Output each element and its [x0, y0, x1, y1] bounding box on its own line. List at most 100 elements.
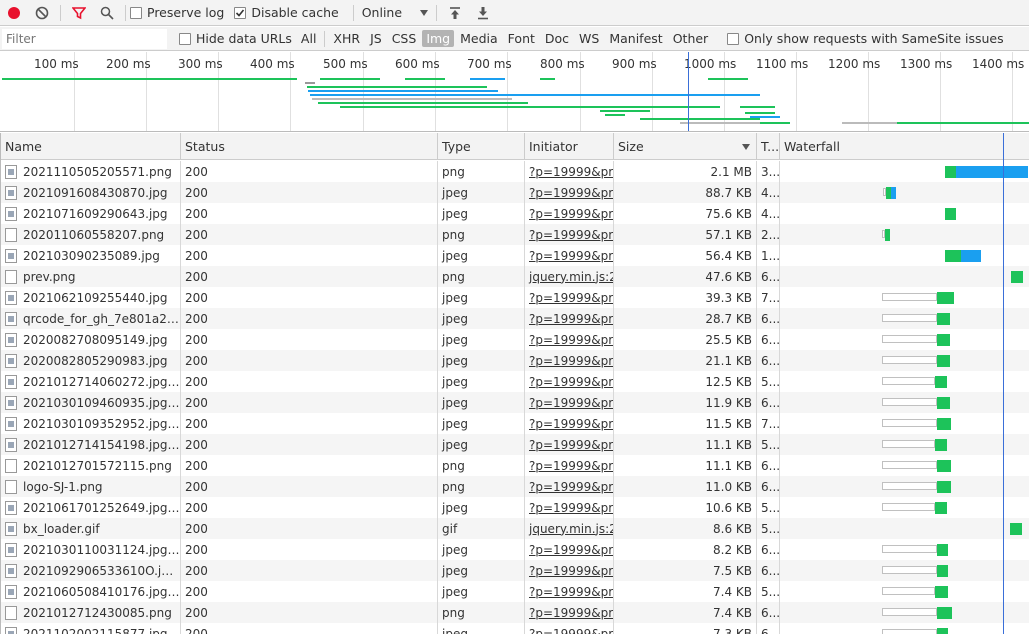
cell-initiator[interactable]: ?p=19999&pr... [525, 182, 614, 203]
cell-initiator[interactable]: ?p=19999&pr... [525, 287, 614, 308]
column-header-time[interactable]: T... [757, 133, 780, 160]
filter-type-all[interactable]: All [297, 30, 321, 47]
cell-initiator[interactable]: jquery.min.js:2 [525, 518, 614, 539]
table-row[interactable]: 202103090235089.jpg 200jpeg?p=19999&pr...… [1, 245, 1029, 266]
column-header-initiator[interactable]: Initiator [525, 133, 614, 160]
table-row[interactable]: qrcode_for_gh_7e801a2b5d...200jpeg?p=199… [1, 308, 1029, 329]
cell-status: 200 [181, 224, 438, 245]
overview-timeline[interactable]: 100 ms 200 ms 300 ms 400 ms 500 ms 600 ms 700 … [0, 52, 1029, 132]
cell-initiator[interactable]: ?p=19999&pr... [525, 245, 614, 266]
cell-name: qrcode_for_gh_7e801a2b5d... [1, 308, 181, 329]
cell-initiator[interactable]: ?p=19999&pr... [525, 560, 614, 581]
filter-input[interactable] [2, 28, 167, 49]
cell-status: 200 [181, 497, 438, 518]
cell-initiator[interactable]: ?p=19999&pr... [525, 329, 614, 350]
waterfall-download-bar [891, 187, 896, 199]
table-row[interactable]: 2021110505205571.png 200png?p=19999&pr...… [1, 161, 1029, 182]
table-row[interactable]: bx_loader.gif 200 gif jquery.min.js:2 8.6 KB… [1, 518, 1029, 539]
filter-type-ws[interactable]: WS [575, 30, 603, 47]
hide-data-urls-checkbox[interactable]: Hide data URLs [179, 31, 292, 46]
column-header-status[interactable]: Status [181, 133, 438, 160]
checkbox-box [130, 6, 142, 19]
table-row[interactable]: 2021012712430085.png 200png?p=19999&pr...… [1, 602, 1029, 623]
samesite-label: Only show requests with SameSite issues [744, 31, 1004, 46]
cell-initiator[interactable]: ?p=19999&pr... [525, 455, 614, 476]
table-row[interactable]: 202011060558207.png 200png?p=19999&pr...5… [1, 224, 1029, 245]
cell-status: 200 [181, 203, 438, 224]
table-row[interactable]: 2021060508410176.jpg?x-o...200jpeg?p=199… [1, 581, 1029, 602]
cell-initiator[interactable]: ?p=19999&pr... [525, 434, 614, 455]
table-row[interactable]: 2021012701572115.png 200png?p=19999&pr...… [1, 455, 1029, 476]
preserve-log-checkbox[interactable]: Preserve log [130, 5, 224, 20]
filter-type-css[interactable]: CSS [388, 30, 421, 47]
cell-initiator[interactable]: ?p=19999&pr... [525, 581, 614, 602]
table-row[interactable]: logo-SJ-1.png 200png?p=19999&pr...11.0 KB… [1, 476, 1029, 497]
table-row[interactable]: 2021062109255440.jpg 200jpeg?p=19999&pr..… [1, 287, 1029, 308]
cell-time: 1... [757, 245, 780, 266]
checkbox-box [727, 32, 740, 45]
samesite-checkbox[interactable]: Only show requests with SameSite issues [727, 31, 1004, 46]
cell-initiator[interactable]: ?p=19999&pr... [525, 392, 614, 413]
disable-cache-label: Disable cache [251, 5, 339, 20]
cell-initiator[interactable]: ?p=19999&pr... [525, 539, 614, 560]
disable-cache-checkbox[interactable]: Disable cache [234, 5, 339, 20]
cell-initiator[interactable]: ?p=19999&pr... [525, 203, 614, 224]
filter-type-js[interactable]: JS [366, 30, 386, 47]
cell-initiator[interactable]: ?p=19999&pr... [525, 224, 614, 245]
table-row[interactable]: prev.png 200 png jquery.min.js:2 47.6 KB 6... [1, 266, 1029, 287]
waterfall-queue-bar [882, 440, 935, 448]
clear-button[interactable] [28, 0, 56, 26]
table-row[interactable]: 2021012714060272.jpg?x-o...200jpeg?p=199… [1, 371, 1029, 392]
overview-tick-label: 300 ms [178, 57, 223, 71]
throttling-select[interactable]: Online [358, 5, 432, 20]
import-har-button[interactable] [441, 0, 469, 26]
filter-type-manifest[interactable]: Manifest [605, 30, 666, 47]
filter-type-xhr[interactable]: XHR [329, 30, 364, 47]
filter-type-doc[interactable]: Doc [541, 30, 573, 47]
filter-type-media[interactable]: Media [456, 30, 502, 47]
table-row[interactable]: 2021092906533610O.jpg?x-...200jpeg?p=199… [1, 560, 1029, 581]
cell-initiator[interactable]: ?p=19999&pr... [525, 413, 614, 434]
cell-name: 2021102002115877.jpg?x-o... [1, 623, 181, 634]
cell-initiator[interactable]: ?p=19999&pr... [525, 497, 614, 518]
table-row[interactable]: 2020082708095149.jpg 200jpeg?p=19999&pr..… [1, 329, 1029, 350]
filter-type-other[interactable]: Other [669, 30, 713, 47]
table-row[interactable]: 2021030109352952.jpg?x-o...200jpeg?p=199… [1, 413, 1029, 434]
overview-tick-label: 200 ms [106, 57, 151, 71]
cell-type: jpeg [438, 413, 525, 434]
cell-initiator[interactable]: ?p=19999&pr... [525, 371, 614, 392]
cell-initiator[interactable]: jquery.min.js:2 [525, 266, 614, 287]
record-button[interactable] [0, 0, 28, 26]
search-button[interactable] [93, 0, 121, 26]
waterfall-queue-bar [882, 356, 937, 364]
overview-tick-label: 1200 ms [828, 57, 881, 71]
cell-initiator[interactable]: ?p=19999&pr... [525, 623, 614, 634]
table-row[interactable]: 2021030110031124.jpg?x-o...200jpeg?p=199… [1, 539, 1029, 560]
table-row[interactable]: 2021102002115877.jpg?x-o...200jpeg?p=199… [1, 623, 1029, 634]
column-header-waterfall[interactable]: Waterfall [780, 133, 1029, 160]
export-har-button[interactable] [469, 0, 497, 26]
cell-initiator[interactable]: ?p=19999&pr... [525, 602, 614, 623]
cell-name: 2021012714154198.jpg?x-o... [1, 434, 181, 455]
column-header-name[interactable]: Name [1, 133, 181, 160]
cell-time: 5... [757, 581, 780, 602]
cell-initiator[interactable]: ?p=19999&pr... [525, 308, 614, 329]
table-row[interactable]: 2021091608430870.jpg 200jpeg?p=19999&pr..… [1, 182, 1029, 203]
cell-initiator[interactable]: ?p=19999&pr... [525, 350, 614, 371]
cell-type: jpeg [438, 371, 525, 392]
request-name: 2021091608430870.jpg [23, 185, 168, 200]
request-name: 2021030110031124.jpg?x-o... [23, 542, 180, 557]
table-row[interactable]: 2020082805290983.jpg 200jpeg?p=19999&pr..… [1, 350, 1029, 371]
table-row[interactable]: 2021030109460935.jpg?x-o...200jpeg?p=199… [1, 392, 1029, 413]
column-header-size[interactable]: Size [614, 133, 757, 160]
table-row[interactable]: 2021012714154198.jpg?x-o...200jpeg?p=199… [1, 434, 1029, 455]
column-header-type[interactable]: Type [438, 133, 525, 160]
filter-toggle-button[interactable] [65, 0, 93, 26]
filter-type-font[interactable]: Font [504, 30, 539, 47]
cell-initiator[interactable]: ?p=19999&pr... [525, 161, 614, 182]
cell-time: 6... [757, 455, 780, 476]
table-row[interactable]: 2021071609290643.jpg 200jpeg?p=19999&pr..… [1, 203, 1029, 224]
table-row[interactable]: 2021061701252649.jpg?x-o...200jpeg?p=199… [1, 497, 1029, 518]
cell-initiator[interactable]: ?p=19999&pr... [525, 476, 614, 497]
filter-type-img[interactable]: Img [422, 30, 455, 47]
